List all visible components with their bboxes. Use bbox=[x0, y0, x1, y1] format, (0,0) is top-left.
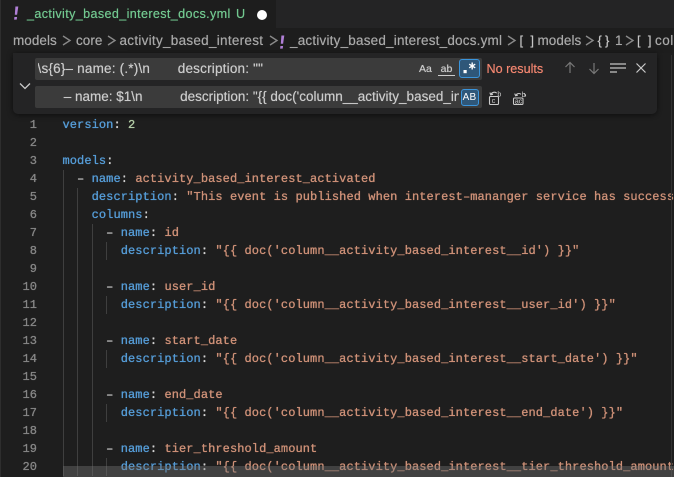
svg-text:b: b bbox=[497, 91, 501, 98]
svg-text:ac: ac bbox=[514, 98, 522, 105]
svg-text:b: b bbox=[521, 91, 525, 98]
svg-text:c: c bbox=[492, 96, 496, 105]
